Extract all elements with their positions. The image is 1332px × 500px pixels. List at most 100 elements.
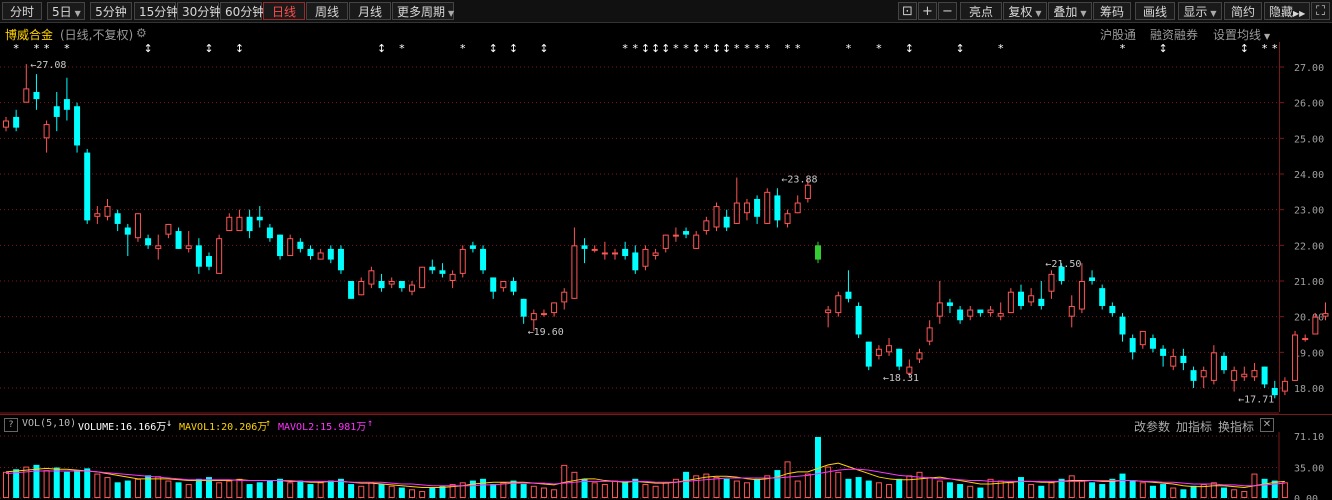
volume-bar (774, 470, 781, 498)
mavol2-up-arrow-icon: ↑ (367, 418, 374, 429)
volume-bar (1261, 478, 1268, 498)
info-mine-marker: ↕ (661, 42, 670, 55)
candle-body (601, 252, 608, 255)
info-mine-marker: * (34, 42, 40, 55)
minus-icon[interactable]: − (938, 2, 957, 20)
stock-name[interactable]: 博威合金 (5, 26, 53, 43)
volume-chart[interactable]: 71.10 35.00 0.00 (0, 432, 1332, 500)
info-mine-marker: * (44, 42, 50, 55)
period-tab-5day-label: 5日 (52, 5, 72, 19)
volume-bar (378, 484, 385, 498)
candle-body (124, 227, 131, 235)
close-icon[interactable]: ✕ (1260, 418, 1274, 432)
adjust-button[interactable]: 复权 ▼ (1003, 2, 1047, 20)
candle-body (246, 216, 253, 232)
period-tab-more[interactable]: 更多周期 ▼ (392, 2, 454, 20)
shanghai-connect-link[interactable]: 沪股通 (1100, 26, 1136, 43)
candle-body (875, 348, 882, 356)
info-mine-marker: ↕ (143, 42, 152, 55)
info-mine-marker: ↕ (1240, 42, 1249, 55)
period-tab-monthly[interactable]: 月线 (349, 2, 391, 20)
candle-body (388, 281, 395, 285)
draw-line-button[interactable]: 画线 (1135, 2, 1175, 20)
plus-icon[interactable]: + (918, 2, 937, 20)
candle-body (1028, 295, 1035, 303)
highlight-button[interactable]: 亮点 (960, 2, 1002, 20)
volume-tick-label: 35.00 (1294, 463, 1324, 474)
volume-bar (652, 485, 659, 499)
period-tab-60min[interactable]: 60分钟 (220, 2, 264, 20)
info-mine-marker: * (765, 42, 771, 55)
overlay-button[interactable]: 叠加 ▼ (1048, 2, 1092, 20)
hide-button[interactable]: 隐藏▶▶ (1264, 2, 1310, 20)
info-mine-marker: ↕ (955, 42, 964, 55)
info-mine-marker: ↕ (641, 42, 650, 55)
candle-body (723, 216, 730, 228)
volume-bar (84, 468, 91, 498)
chevron-down-icon: ▼ (1080, 9, 1087, 18)
volume-bar (175, 482, 182, 498)
info-mine-marker: ↕ (377, 42, 386, 55)
candle-body (672, 234, 679, 237)
margin-trading-link[interactable]: 融资融券 (1150, 26, 1198, 43)
candle-body (886, 345, 893, 353)
volume-bar (419, 491, 426, 499)
info-mine-marker: * (998, 42, 1004, 55)
candle-body (1007, 291, 1014, 314)
help-icon[interactable]: ? (4, 418, 18, 432)
volume-bar (946, 482, 953, 498)
candle-body (459, 248, 466, 274)
candle-body (1180, 355, 1187, 364)
candle-body (632, 252, 639, 271)
volume-bar (926, 477, 933, 499)
volume-bar (754, 478, 761, 498)
info-mine-marker: * (460, 42, 466, 55)
info-mine-marker: * (1120, 42, 1126, 55)
candle-body (520, 298, 527, 317)
info-mine-marker: * (744, 42, 750, 55)
candle-body (733, 202, 740, 224)
info-mine-marker: * (673, 42, 679, 55)
period-tab-daily[interactable]: 日线 (263, 2, 305, 20)
candle-body (581, 245, 588, 249)
volume-bar (236, 478, 243, 499)
set-ma-link[interactable]: 设置均线 ▼ (1213, 26, 1270, 43)
chips-button[interactable]: 筹码 (1093, 2, 1131, 20)
period-tab-intraday[interactable]: 分时 (2, 2, 42, 20)
candle-body (1068, 305, 1075, 317)
candle-body (764, 191, 771, 224)
gear-icon[interactable]: ⚙ (136, 26, 147, 40)
info-mine-marker: ↕ (235, 42, 244, 55)
candle-body (1048, 273, 1055, 292)
volume-bar (662, 482, 669, 499)
period-tab-30min[interactable]: 30分钟 (177, 2, 221, 20)
volume-bar (551, 489, 558, 499)
volume-bar (1221, 487, 1227, 498)
candlestick-chart[interactable]: 27.0026.0025.0024.0023.0022.0021.0020.00… (0, 42, 1332, 414)
period-tab-weekly[interactable]: 周线 (306, 2, 348, 20)
volume-indicator-name[interactable]: VOL(5,10) (22, 418, 76, 429)
volume-bar (1271, 480, 1278, 498)
lock-icon[interactable]: ⊡ (898, 2, 917, 20)
chart-title-bar: 博威合金 (日线,不复权) ⚙ 沪股通 融资融券 设置均线 ▼ (0, 23, 1332, 43)
volume-bar (1028, 484, 1035, 499)
simple-button[interactable]: 简约 (1224, 2, 1262, 20)
volume-bar (1281, 482, 1288, 499)
period-tab-more-label: 更多周期 (397, 5, 446, 19)
candle-body (185, 245, 192, 249)
period-tab-5min[interactable]: 5分钟 (90, 2, 132, 20)
period-tab-15min[interactable]: 15分钟 (134, 2, 178, 20)
volume-bar (185, 484, 192, 499)
period-tab-5day[interactable]: 5日 ▼ (47, 2, 85, 20)
candle-body (1251, 370, 1258, 378)
fullscreen-icon[interactable]: ⛶ (1311, 2, 1330, 20)
info-mine-marker: * (622, 42, 628, 55)
volume-bar (287, 482, 294, 499)
info-mine-marker: * (846, 42, 852, 55)
candle-body (145, 238, 152, 246)
info-mine-marker: * (1262, 42, 1268, 55)
volume-bar (561, 464, 568, 498)
candle-body (845, 291, 852, 299)
candle-body (3, 120, 9, 128)
display-button[interactable]: 显示 ▼ (1178, 2, 1222, 20)
